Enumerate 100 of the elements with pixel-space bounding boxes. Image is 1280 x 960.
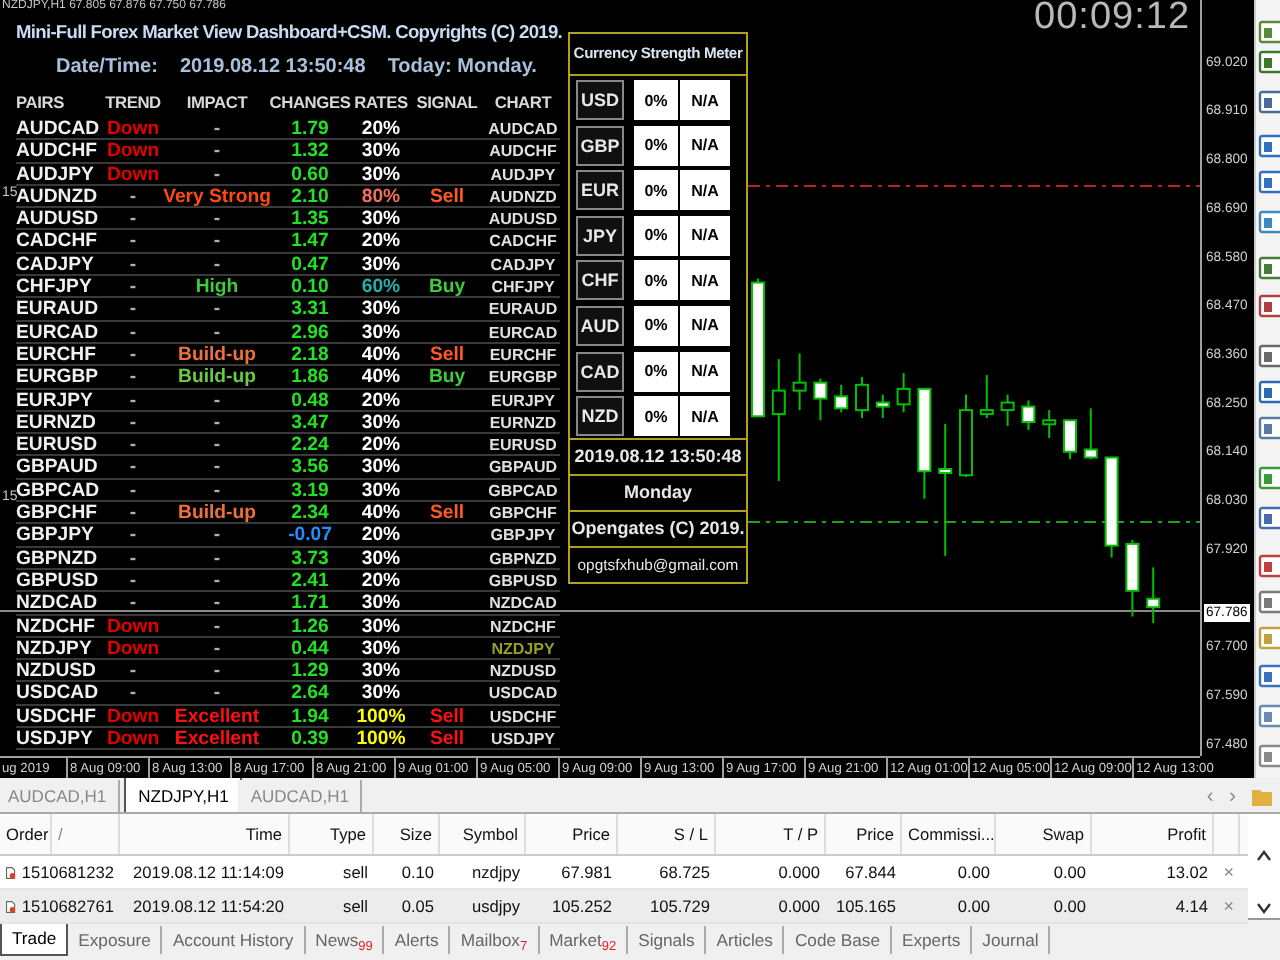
strength-status: N/A	[680, 125, 730, 166]
chart-button[interactable]: CADJPY	[490, 253, 556, 277]
chart-button[interactable]: EURJPY	[490, 389, 555, 412]
currency-button[interactable]: NZD	[576, 396, 624, 437]
chart-button[interactable]: GBPNZD	[489, 547, 557, 570]
column-header[interactable]: /	[52, 814, 120, 855]
rate-value: 30%	[361, 208, 401, 231]
impact-value: -	[213, 637, 221, 661]
column-header[interactable]: Size	[374, 814, 440, 855]
chart-button[interactable]: USDJPY	[490, 728, 555, 751]
chart-button[interactable]: USDCAD	[488, 682, 558, 706]
column-header[interactable]: T / P	[716, 814, 826, 855]
terminal-tab[interactable]: Journal	[972, 926, 1051, 955]
terminal-tab[interactable]: News$_{99}$	[305, 926, 385, 955]
currency-button[interactable]: AUD	[576, 305, 624, 346]
terminal-tab[interactable]: Signals	[628, 926, 707, 955]
datetime-label: Date/Time:	[56, 54, 158, 82]
chart-button[interactable]: EURGBP	[488, 366, 558, 390]
chart-button[interactable]: AUDJPY	[490, 163, 556, 186]
terminal-tab[interactable]: Mailbox$_{7}$	[450, 926, 540, 955]
impact-value: -	[213, 140, 221, 164]
chart-tool-icon[interactable]	[1258, 210, 1280, 234]
chart-button[interactable]: EURUSD	[489, 434, 557, 457]
pair-name: AUDCAD	[16, 118, 100, 141]
column-header[interactable]: Type	[290, 814, 374, 855]
chart-button[interactable]: EURCHF	[489, 343, 557, 367]
scroll-up-icon[interactable]	[1256, 850, 1272, 863]
column-header[interactable]: Profit	[1092, 814, 1214, 855]
currency-button[interactable]: GBP	[576, 125, 624, 166]
scroll-down-icon[interactable]	[1256, 902, 1272, 915]
chart-tool-icon[interactable]	[1258, 416, 1280, 440]
column-header[interactable]: Commissi...	[902, 814, 996, 855]
chart-button[interactable]: GBPCHF	[489, 502, 557, 525]
chart-button[interactable]: AUDNZD	[489, 185, 557, 209]
chart-button[interactable]: CHFJPY	[491, 276, 555, 299]
chart-tool-icon[interactable]	[1258, 50, 1280, 74]
chart-tool-icon[interactable]	[1258, 664, 1280, 688]
terminal-tab[interactable]: Code Base	[784, 926, 892, 955]
strength-status: N/A	[680, 351, 730, 392]
chart-tool-icon[interactable]	[1258, 506, 1280, 530]
chart-tool-icon[interactable]	[1258, 554, 1280, 578]
column-header[interactable]: S / L	[618, 814, 716, 855]
table-cell-text: 67.981	[559, 862, 614, 883]
currency-button[interactable]: JPY	[576, 215, 624, 256]
chart-button[interactable]: AUDCAD	[488, 118, 558, 141]
chart-tool-icon[interactable]	[1258, 466, 1280, 490]
chart-button[interactable]: EURAUD	[488, 298, 558, 322]
currency-button[interactable]: CHF	[576, 260, 624, 301]
chart-button[interactable]: GBPAUD	[488, 456, 558, 480]
column-header[interactable]: Swap	[996, 814, 1092, 855]
chart-tool-icon[interactable]	[1258, 90, 1280, 114]
chart-button[interactable]: NZDCHF	[490, 615, 556, 638]
chart-button[interactable]: USDCHF	[489, 705, 557, 729]
chart-button[interactable]: NZDJPY	[491, 637, 555, 661]
currency-button[interactable]: CAD	[576, 351, 624, 392]
chart-button[interactable]: GBPUSD	[488, 569, 558, 593]
terminal-tab[interactable]: Alerts	[384, 926, 451, 955]
impact-value: Build-up	[178, 343, 256, 367]
column-header: SIGNAL	[416, 90, 478, 116]
chart-button[interactable]: AUDCHF	[489, 140, 557, 164]
trend-value: -	[129, 660, 137, 683]
chart-button[interactable]: CADCHF	[489, 230, 557, 254]
chart-button[interactable]: EURCAD	[488, 321, 558, 344]
column-header[interactable]: Price	[526, 814, 618, 855]
chart-tool-icon[interactable]	[1258, 256, 1280, 280]
chart-tool-icon[interactable]	[1258, 170, 1280, 194]
terminal-tab[interactable]: Experts	[892, 926, 973, 955]
currency-button[interactable]: EUR	[576, 170, 624, 211]
chart-tool-icon[interactable]	[1258, 744, 1280, 768]
column-header[interactable]: Time	[120, 814, 290, 855]
column-header: CHANGES	[269, 90, 351, 116]
rate-value: 20%	[361, 524, 401, 548]
column-header[interactable]: Price	[826, 814, 902, 855]
chart-button[interactable]: NZDCAD	[489, 592, 557, 616]
chart-tab[interactable]: NZDJPY,H1	[124, 776, 243, 813]
chart-button[interactable]: GBPCAD	[488, 479, 558, 503]
chart-button[interactable]: GBPJPY	[490, 524, 556, 548]
chart-tool-icon[interactable]	[1258, 344, 1280, 368]
trend-value: -	[129, 502, 137, 525]
terminal-tab[interactable]: Account History	[162, 926, 306, 955]
chart-tool-icon[interactable]	[1258, 20, 1280, 44]
impact-value: Excellent	[174, 705, 260, 729]
column-header[interactable]: Symbol	[440, 814, 526, 855]
chart-button[interactable]: AUDUSD	[488, 208, 558, 231]
chart-tool-icon[interactable]	[1258, 134, 1280, 158]
chart-button[interactable]: NZDUSD	[489, 660, 557, 683]
column-header[interactable]: Order	[0, 814, 52, 855]
close-order-button[interactable]: ×	[1223, 862, 1234, 883]
currency-button[interactable]: USD	[576, 80, 624, 120]
chart-tool-icon[interactable]	[1258, 590, 1280, 614]
terminal-tab[interactable]: Market$_{92}$	[539, 926, 629, 955]
chart-button[interactable]: EURNZD	[489, 411, 557, 435]
chart-tool-icon[interactable]	[1258, 380, 1280, 404]
terminal-tab[interactable]: Exposure	[68, 926, 163, 955]
chart-tool-icon[interactable]	[1258, 704, 1280, 728]
terminal-tab[interactable]: Articles	[706, 926, 785, 955]
table-cell-text: 4.14	[1173, 896, 1210, 917]
scrollbar[interactable]	[1252, 850, 1276, 915]
pair-name: EURNZD	[16, 411, 96, 435]
chart-tool-icon[interactable]	[1258, 294, 1280, 318]
